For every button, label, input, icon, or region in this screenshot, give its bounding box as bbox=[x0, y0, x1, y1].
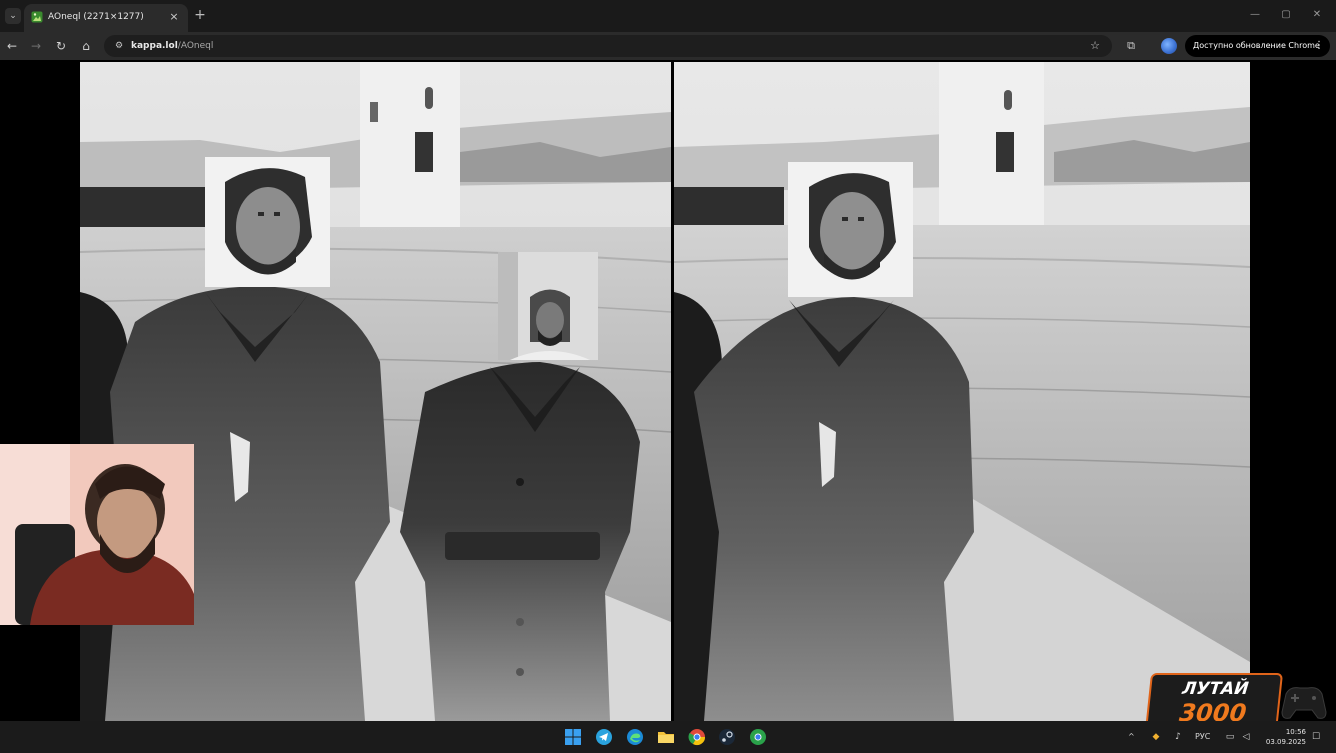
logo-line-1: ЛУТАЙ bbox=[1181, 679, 1250, 699]
back-button[interactable]: ← bbox=[3, 37, 21, 55]
windows-start-icon[interactable] bbox=[564, 728, 582, 746]
edge-icon[interactable] bbox=[626, 728, 644, 746]
streamer-webcam bbox=[0, 444, 194, 625]
file-explorer-icon[interactable] bbox=[657, 728, 675, 746]
menu-kebab-icon[interactable]: ⋮ bbox=[1314, 35, 1324, 57]
address-bar[interactable]: ⚙ kappa.lol/AOneql ☆ bbox=[104, 35, 1112, 57]
tray-overflow-icon[interactable]: ^ bbox=[1128, 730, 1135, 744]
update-notice-label: Доступно обновление Chrome bbox=[1193, 41, 1320, 50]
logo-line-2: 3000 bbox=[1177, 699, 1248, 721]
site-info-icon[interactable]: ⚙ bbox=[112, 39, 126, 53]
windows-taskbar: ^ ◆ ♪ РУС ▭ ◁ 10:56 03.09.2025 ☐ bbox=[0, 721, 1336, 753]
profile-avatar[interactable] bbox=[1161, 38, 1177, 54]
close-tab-icon[interactable]: × bbox=[168, 10, 180, 24]
steam-icon[interactable] bbox=[718, 728, 736, 746]
notification-center-icon[interactable]: ☐ bbox=[1310, 730, 1322, 744]
network-icon[interactable]: ▭ bbox=[1224, 730, 1236, 744]
webcam-feed bbox=[0, 444, 194, 625]
bookmark-star-icon[interactable]: ☆ bbox=[1088, 38, 1102, 54]
url-path: /AOneql bbox=[177, 41, 214, 51]
chrome-icon[interactable] bbox=[688, 728, 706, 746]
stream-logo: ЛУТАЙ 3000 bbox=[1144, 673, 1284, 721]
chrome-alt-icon[interactable] bbox=[749, 728, 767, 746]
extensions-icon[interactable]: ⧉ bbox=[1122, 37, 1140, 55]
forward-button[interactable]: → bbox=[27, 37, 45, 55]
tab-search-chevron-icon[interactable]: ⌄ bbox=[5, 8, 21, 24]
home-button[interactable]: ⌂ bbox=[77, 37, 95, 55]
close-window-button[interactable]: ✕ bbox=[1310, 8, 1324, 22]
clock-time: 10:56 bbox=[1285, 728, 1306, 736]
url-host: kappa.lol bbox=[131, 41, 178, 51]
browser-toolbar: ← → ↻ ⌂ ⚙ kappa.lol/AOneql ☆ ⧉ Доступно … bbox=[0, 32, 1336, 60]
volume-icon[interactable]: ◁ bbox=[1240, 730, 1252, 744]
notification-icon[interactable]: ◆ bbox=[1150, 730, 1162, 744]
tab-title: AOneql (2271×1277) bbox=[48, 12, 144, 22]
original-photo bbox=[674, 62, 1250, 721]
page-viewport: ЛУТАЙ 3000 bbox=[0, 60, 1336, 721]
reload-button[interactable]: ↻ bbox=[52, 37, 70, 55]
maximize-button[interactable]: ▢ bbox=[1279, 8, 1293, 22]
screen: ⌄ AOneql (2271×1277) × + — ▢ ✕ ← → ↻ ⌂ ⚙… bbox=[0, 0, 1336, 753]
microphone-icon[interactable]: ♪ bbox=[1172, 730, 1184, 744]
image-file-icon bbox=[31, 11, 43, 23]
language-indicator[interactable]: РУС bbox=[1195, 730, 1210, 744]
original-photo-image bbox=[674, 62, 1250, 721]
chrome-update-button[interactable]: Доступно обновление Chrome ⋮ bbox=[1185, 35, 1330, 57]
minimize-button[interactable]: — bbox=[1248, 8, 1262, 22]
gamepad-icon bbox=[1281, 687, 1327, 719]
new-tab-button[interactable]: + bbox=[193, 7, 207, 23]
browser-tab-strip: ⌄ AOneql (2271×1277) × + — ▢ ✕ bbox=[0, 0, 1336, 32]
url-text: kappa.lol/AOneql bbox=[131, 39, 213, 53]
clock[interactable]: 10:56 03.09.2025 bbox=[1262, 727, 1306, 747]
telegram-icon[interactable] bbox=[595, 728, 613, 746]
clock-date: 03.09.2025 bbox=[1265, 738, 1306, 746]
browser-tab-active[interactable]: AOneql (2271×1277) × bbox=[24, 4, 188, 32]
